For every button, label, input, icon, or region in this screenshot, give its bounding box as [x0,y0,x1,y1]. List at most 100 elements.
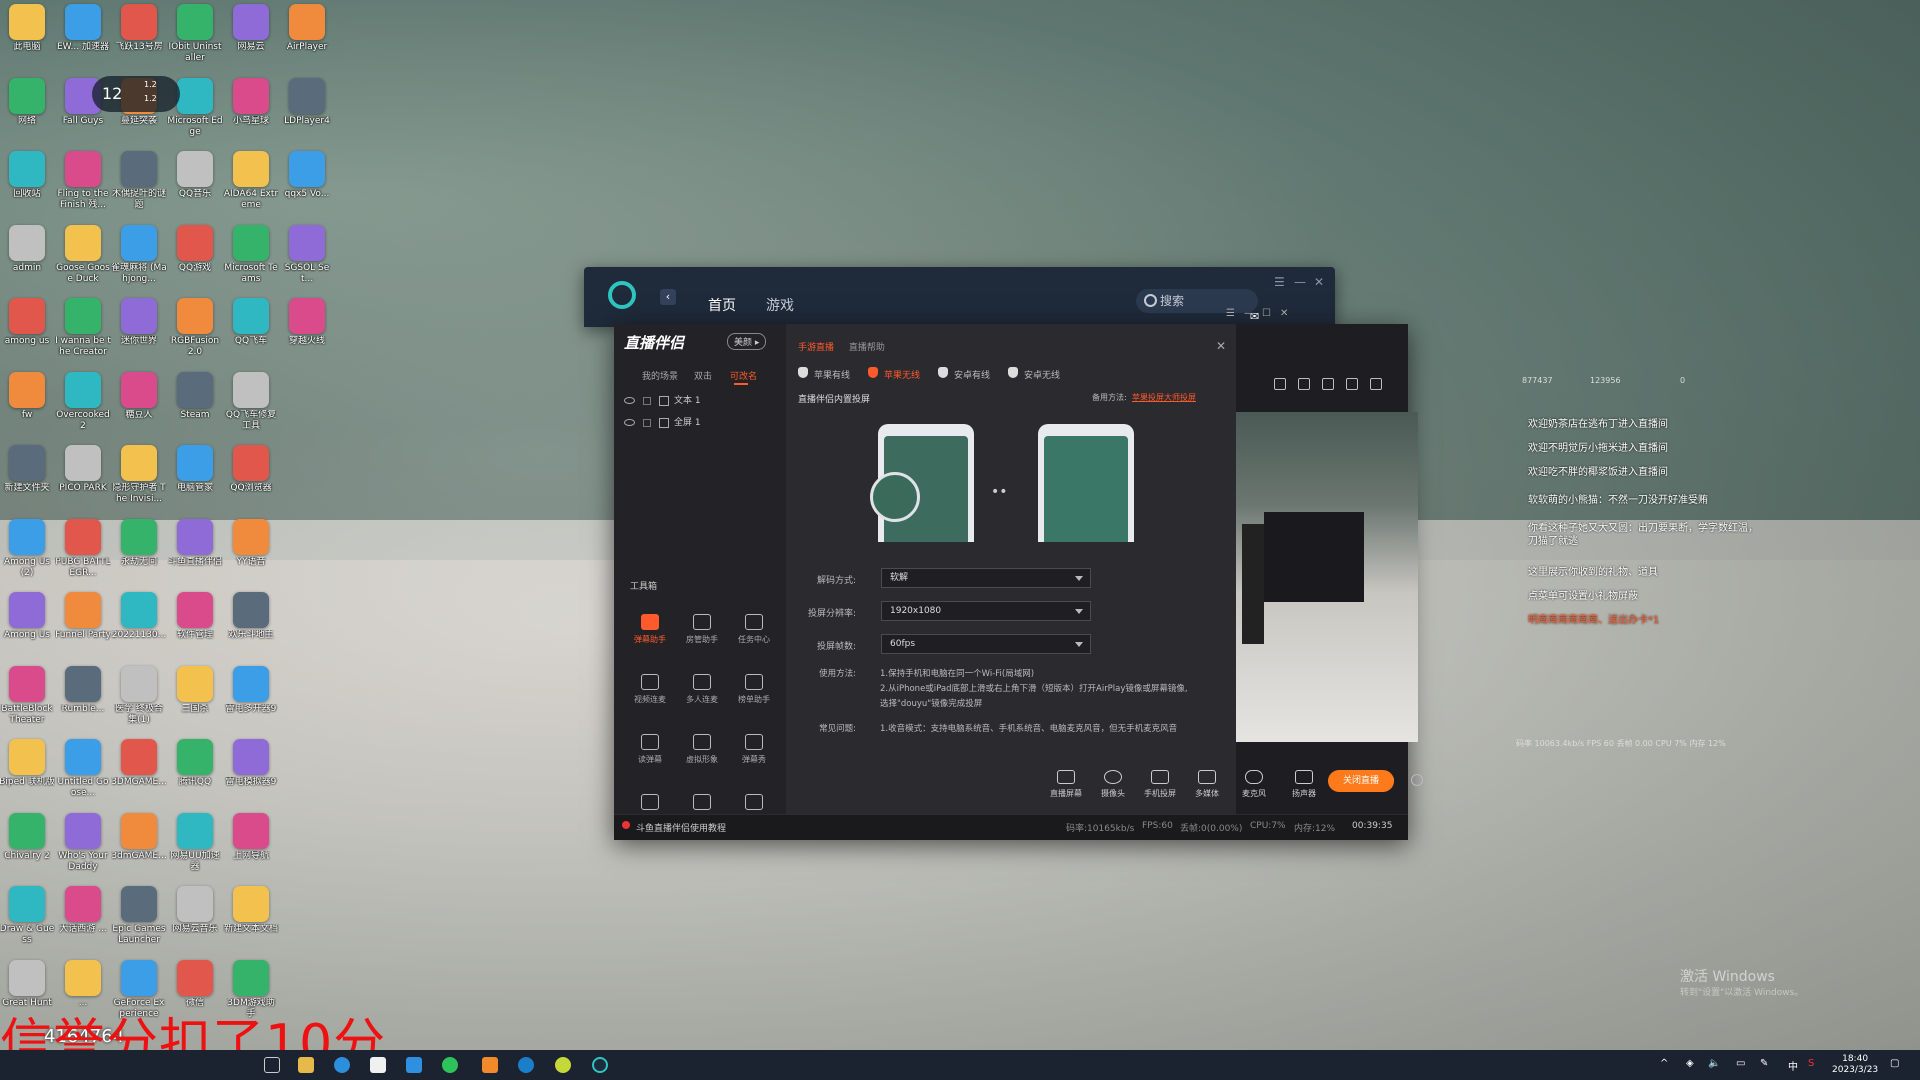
desktop-icon[interactable]: RGBFusion 2.0 [167,298,223,358]
desktop-icon[interactable]: QQ音乐 [167,151,223,200]
menu-icon[interactable]: ☰ [1274,275,1285,289]
desktop-icon[interactable]: QQ浏览器 [223,445,279,494]
decode-select[interactable]: 软解 [881,568,1091,588]
backup-link[interactable]: 苹果投屏大师投屏 [1132,392,1196,403]
desktop-icon[interactable]: Biped 联机版 [0,739,55,788]
tab-games[interactable]: 游戏 [766,295,794,315]
desktop-icon[interactable]: QQ飞车 [223,298,279,347]
media-button[interactable]: 多媒体 [1185,770,1229,799]
desktop-icon[interactable]: 永劫无间 [111,518,167,568]
tutorial-link[interactable]: 斗鱼直播伴侣使用教程 [636,821,726,834]
desktop-icon[interactable]: admin [0,224,55,274]
desktop-icon[interactable]: Epic Games Launcher [111,886,167,946]
desktop-icon[interactable]: PUBG BATTLEGR... [55,518,111,579]
tool-button[interactable]: 视频连麦 [624,674,676,705]
tab-apple-wireless[interactable]: 苹果无线 [884,368,920,381]
task-view-icon[interactable] [264,1057,280,1073]
close-icon[interactable]: ✕ [1314,275,1324,289]
desktop-icon[interactable]: I wanna be the Creator [55,298,111,358]
desktop-icon[interactable]: 网易UU加速器 [167,812,223,873]
tool-button[interactable]: 读弹幕 [624,734,676,765]
desktop-icon[interactable]: 迷你世界 [111,298,167,347]
desktop-icon[interactable]: among us [0,298,55,347]
desktop-icon[interactable]: 新建文件夹 [0,445,55,494]
desktop-icon[interactable]: Rumble... [55,665,111,715]
desktop-icon[interactable]: 上网导航 [223,812,279,862]
douyu-icon[interactable] [482,1057,498,1073]
desktop-icon[interactable]: EW... 加速器 [55,4,111,53]
tab-live-help[interactable]: 直播帮助 [849,343,885,353]
desktop-icon[interactable]: 3DMGAME... [111,739,167,788]
gift-icon[interactable] [1274,378,1286,390]
desktop-icon[interactable]: 20221130... [111,592,167,641]
desktop-icon[interactable]: PICO PARK [55,445,111,494]
desktop-icon[interactable]: 此电脑 [0,4,55,53]
desktop-icon[interactable]: BattleBlock Theater [0,665,55,726]
desktop-icon[interactable]: Steam [167,371,223,421]
store-icon[interactable] [370,1057,386,1073]
maximize-icon[interactable]: ☐ [1262,308,1271,319]
tool-button[interactable]: 弹幕秀 [728,734,780,765]
volume-icon[interactable]: 🔈 [1708,1058,1720,1069]
desktop-icon[interactable]: 3DM游戏助手 [223,959,279,1020]
desktop-icon[interactable]: 网易云音乐 [167,886,223,935]
desktop-icon[interactable]: 医学 终极合集(1) [111,665,167,726]
desktop-icon[interactable]: 微信 [167,959,223,1009]
bell-icon[interactable] [1346,378,1358,390]
tool-button[interactable] [676,794,728,814]
lock-icon[interactable] [643,418,651,427]
desktop-icon[interactable]: Among Us [0,592,55,641]
microphone-button[interactable]: 麦克风 [1232,770,1276,799]
mail-icon[interactable] [406,1057,422,1073]
screen-capture-button[interactable]: 直播屏幕 [1044,770,1088,799]
tool-button[interactable] [624,794,676,814]
desktop-icon[interactable]: 木偶捉叶的谜题 [111,151,167,211]
tool-button[interactable]: 多人连麦 [676,674,728,705]
launcher-icon[interactable] [592,1057,608,1073]
camera-button[interactable]: 摄像头 [1091,770,1135,799]
pen-icon[interactable]: ✎ [1760,1058,1768,1069]
desktop-icon[interactable]: Untitled Goose... [55,739,111,799]
fps-select[interactable]: 60fps [881,634,1091,654]
desktop-icon[interactable]: Funnel Party [55,592,111,641]
file-explorer-icon[interactable] [298,1057,314,1073]
desktop-icon[interactable]: Overcooked 2 [55,371,111,432]
eye-icon[interactable] [624,419,635,426]
desktop-icon[interactable]: GeForce Experience [111,959,167,1020]
edge-icon[interactable] [334,1057,350,1073]
desktop-icon[interactable]: IObit Uninstaller [167,4,223,64]
clock[interactable]: 18:40 2023/3/23 [1832,1054,1878,1076]
scene-item[interactable]: 文本 1 [624,393,701,406]
minimize-icon[interactable]: — [1244,308,1254,319]
lock-icon[interactable] [1298,378,1310,390]
desktop-icon[interactable]: 雀魂麻将 (Mahjong... [111,224,167,285]
desktop-icon[interactable]: 小鸟星球 [223,77,279,127]
desktop-icon[interactable]: Chivalry 2 [0,812,55,862]
desktop-icon[interactable]: 3dmGAME... [111,812,167,862]
desktop-icon[interactable]: 糖豆人 [111,371,167,421]
desktop-icon[interactable]: AIDA64 Extreme [223,151,279,211]
tab-home[interactable]: 首页 [708,295,736,315]
desktop-icon[interactable]: 隐形守护者 The Invisi... [111,445,167,505]
live-preview[interactable] [1236,412,1418,742]
desktop-icon[interactable]: qqx5 Vo... [279,151,335,200]
minimize-icon[interactable]: — [1294,275,1306,289]
close-icon[interactable]: ✕ [1216,339,1226,353]
window-menu-icon[interactable]: ☰ [1226,308,1235,319]
beauty-badge[interactable]: 美颜 ▸ [727,333,767,350]
desktop-icon[interactable]: Among Us (2) [0,518,55,579]
desktop-icon[interactable]: ... [55,959,111,1009]
chevron-up-icon[interactable]: ^ [1660,1058,1668,1069]
tool-button[interactable]: 房管助手 [676,614,728,645]
gear-icon[interactable] [1411,774,1423,786]
notification-icon[interactable]: ▢ [1890,1058,1899,1069]
sogou-icon[interactable]: S [1808,1058,1814,1069]
speaker-button[interactable]: 扬声器 [1282,770,1326,799]
desktop-icon[interactable]: 雷电模拟器9 [223,739,279,788]
desktop-icon[interactable]: QQ游戏 [167,224,223,274]
tab-android-wired[interactable]: 安卓有线 [954,368,990,381]
desktop-icon[interactable]: LDPlayer4 [279,77,335,127]
desktop-icon[interactable]: Who's Your Daddy [55,812,111,873]
tool-button[interactable]: 虚拟形象 [676,734,728,765]
desktop-icon[interactable]: 大话西游 ... [55,886,111,935]
